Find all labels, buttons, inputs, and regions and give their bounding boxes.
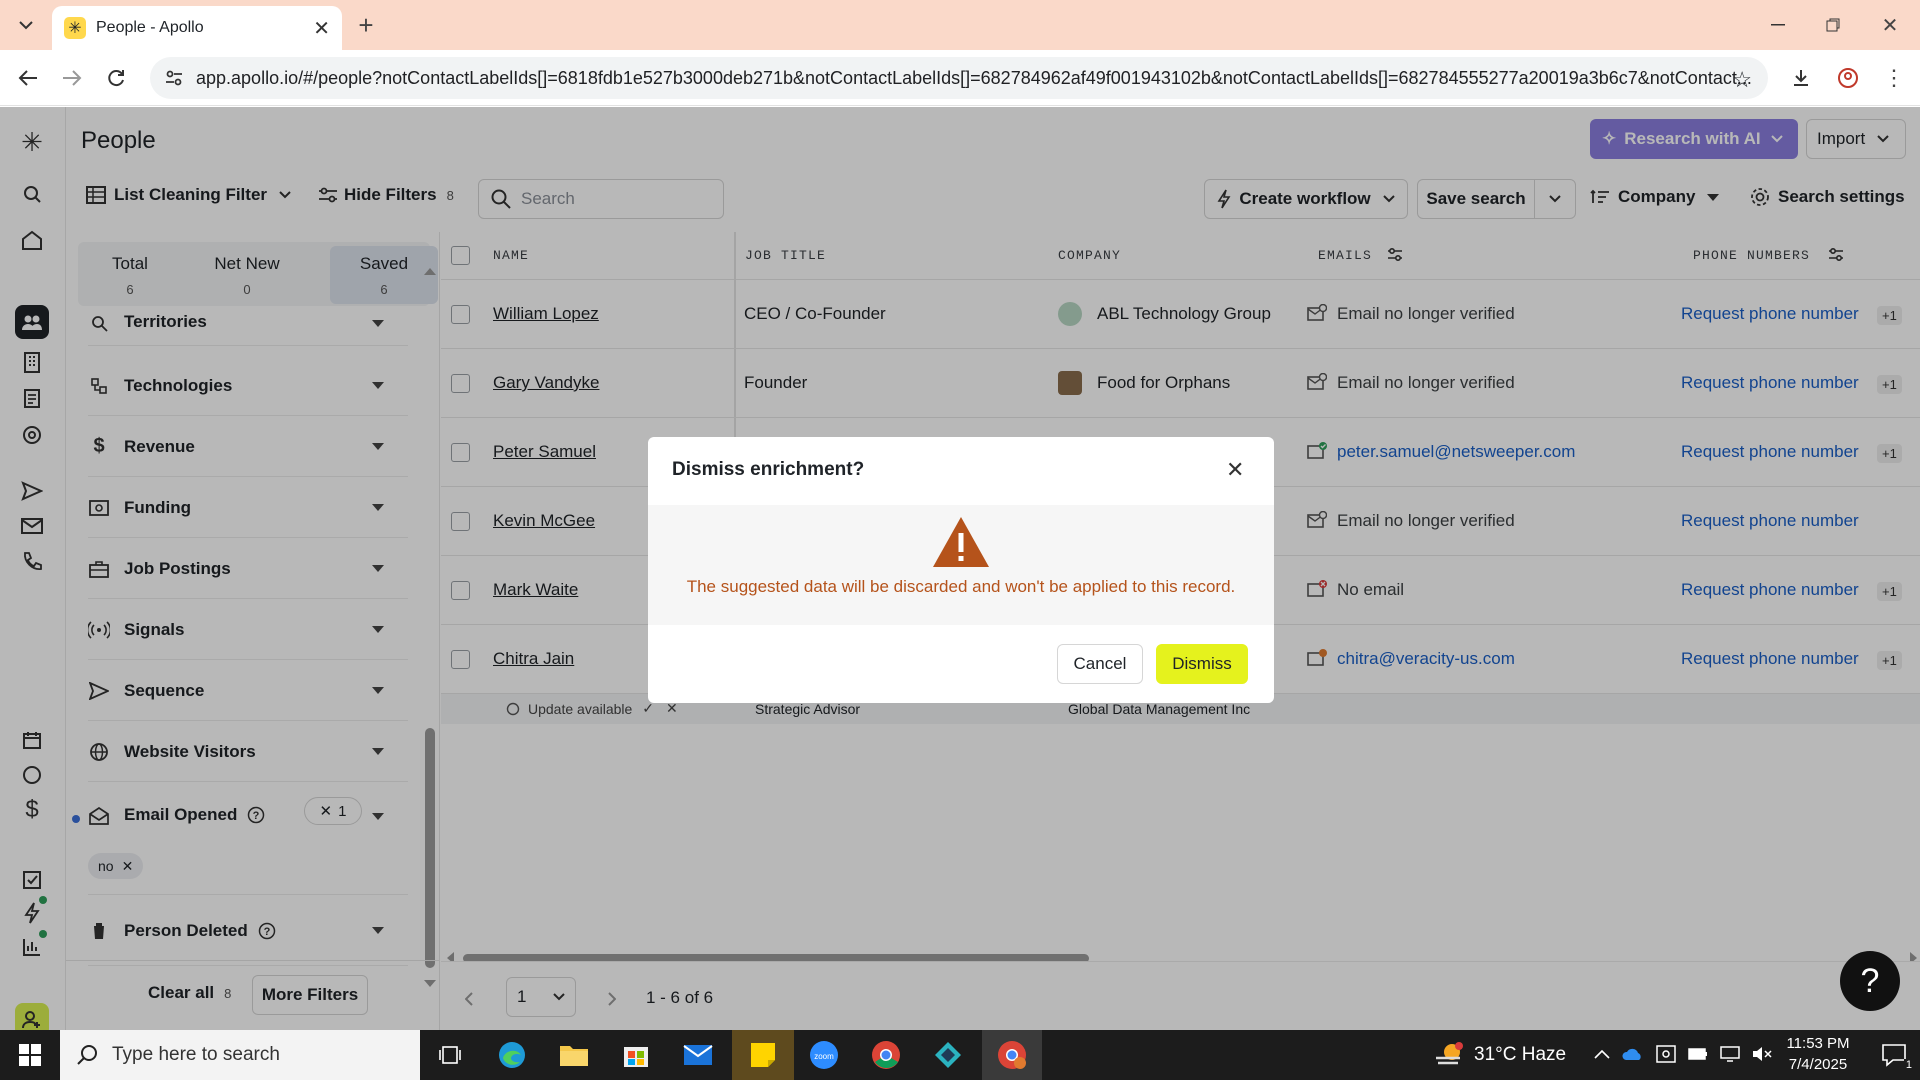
task-view-icon[interactable] [422, 1035, 478, 1075]
meet-now-icon[interactable] [1656, 1045, 1676, 1063]
windows-start-icon[interactable] [2, 1035, 58, 1075]
apollo-favicon-icon: ✳ [64, 17, 86, 39]
browser-tab[interactable]: ✳ People - Apollo ✕ [52, 6, 342, 50]
volume-muted-icon[interactable] [1752, 1046, 1772, 1062]
svg-text:zoom: zoom [814, 1052, 834, 1061]
back-arrow-icon[interactable] [10, 60, 46, 96]
windows-taskbar: Type here to search zoom 31°C Haze 11:53… [0, 1030, 1920, 1080]
sticky-notes-icon[interactable] [732, 1030, 794, 1080]
cancel-button[interactable]: Cancel [1057, 644, 1143, 684]
profile-icon[interactable] [1830, 60, 1866, 96]
system-tray [1594, 1045, 1772, 1063]
network-icon[interactable] [1720, 1046, 1740, 1062]
dismiss-button[interactable]: Dismiss [1156, 644, 1248, 684]
dismiss-label: Dismiss [1172, 654, 1232, 673]
new-tab-icon[interactable]: + [348, 7, 384, 43]
browser-menu-icon[interactable]: ⋮ [1876, 60, 1912, 96]
close-tab-icon[interactable]: ✕ [313, 16, 330, 41]
close-icon[interactable]: ✕ [1226, 457, 1244, 483]
dialog-message: The suggested data will be discarded and… [686, 577, 1236, 596]
weather-haze-icon [1434, 1042, 1464, 1068]
close-window-icon[interactable]: ✕ [1872, 7, 1908, 43]
address-bar: app.apollo.io/#/people?notContactLabelId… [0, 50, 1920, 106]
dialog-title: Dismiss enrichment? [672, 459, 865, 480]
onedrive-cloud-icon[interactable] [1622, 1047, 1644, 1061]
minimize-window-icon[interactable] [1760, 7, 1796, 43]
weather-text: 31°C Haze [1474, 1044, 1567, 1065]
show-hidden-icons-chevron-icon[interactable] [1594, 1049, 1610, 1059]
notification-count: 1 [1903, 1059, 1914, 1071]
reload-icon[interactable] [98, 60, 134, 96]
edge-browser-icon[interactable] [484, 1035, 540, 1075]
chrome-icon[interactable] [858, 1035, 914, 1075]
clock[interactable]: 11:53 PM 7/4/2025 [1776, 1035, 1860, 1073]
taskbar-search-box[interactable]: Type here to search [60, 1030, 420, 1080]
url-text: app.apollo.io/#/people?notContactLabelId… [196, 67, 1752, 88]
notification-center-icon[interactable]: 1 [1866, 1035, 1920, 1075]
clock-date: 7/4/2025 [1788, 1056, 1848, 1073]
weather-widget[interactable]: 31°C Haze [1434, 1042, 1566, 1068]
zoom-icon[interactable]: zoom [796, 1035, 852, 1075]
search-icon [76, 1044, 98, 1066]
omnibox[interactable]: app.apollo.io/#/people?notContactLabelId… [150, 57, 1768, 99]
battery-icon[interactable] [1688, 1048, 1708, 1060]
chrome-profile-icon[interactable] [982, 1030, 1042, 1080]
cancel-label: Cancel [1073, 654, 1127, 673]
site-settings-icon[interactable] [164, 68, 184, 88]
microsoft-store-icon[interactable] [608, 1035, 664, 1075]
bookmark-star-icon[interactable]: ☆ [1732, 67, 1752, 93]
dialog-body: The suggested data will be discarded and… [648, 505, 1274, 625]
download-icon[interactable] [1783, 60, 1819, 96]
browser-tab-bar: ✳ People - Apollo ✕ + ✕ [0, 0, 1920, 50]
app-diamond-icon[interactable] [920, 1035, 976, 1075]
taskbar-search-placeholder: Type here to search [112, 1044, 280, 1065]
question-mark-icon: ? [1860, 961, 1880, 1000]
dismiss-enrichment-dialog: Dismiss enrichment? ✕ The suggested data… [648, 437, 1274, 703]
clock-time: 11:53 PM [1786, 1035, 1850, 1052]
restore-window-icon[interactable] [1815, 7, 1851, 43]
mail-icon[interactable] [670, 1035, 726, 1075]
help-chat-button[interactable]: ? [1840, 951, 1900, 1011]
tab-title: People - Apollo [96, 19, 204, 36]
warning-triangle-icon [931, 515, 991, 569]
forward-arrow-icon[interactable] [54, 60, 90, 96]
tab-list-chevron-icon[interactable] [8, 7, 44, 43]
file-explorer-icon[interactable] [546, 1035, 602, 1075]
